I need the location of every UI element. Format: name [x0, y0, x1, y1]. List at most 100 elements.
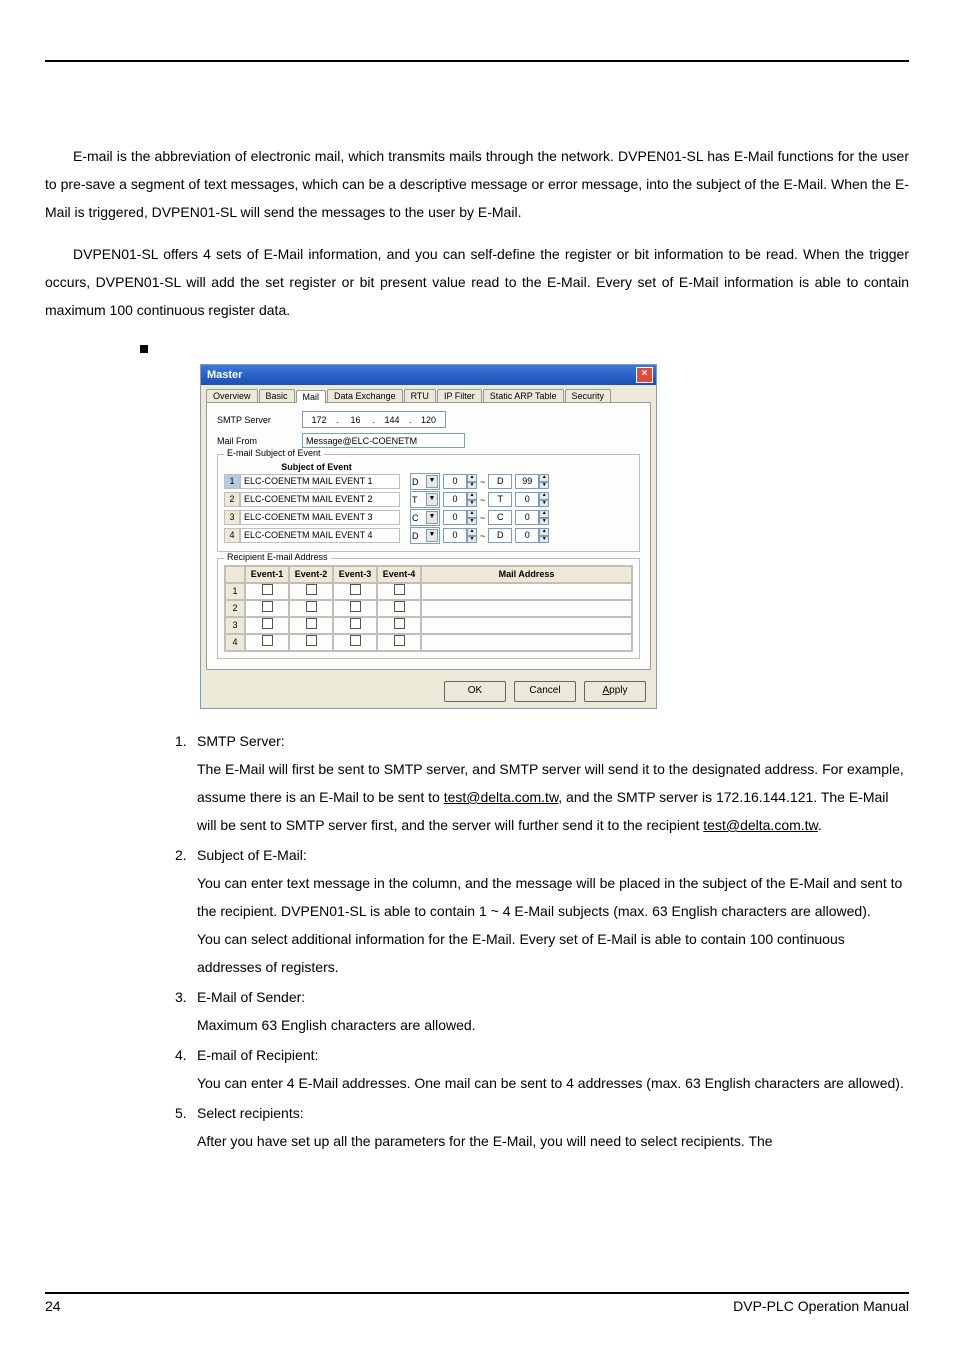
event-name[interactable]: ELC-COENETM MAIL EVENT 3: [240, 510, 400, 525]
page-footer: 24 DVP-PLC Operation Manual: [45, 1292, 909, 1314]
reg-end[interactable]: 0: [515, 510, 539, 525]
ip-seg-4[interactable]: [413, 412, 445, 427]
smtp-ip-input[interactable]: . . .: [302, 411, 446, 428]
rec-hdr-mail: Mail Address: [421, 566, 632, 583]
reg-type-a[interactable]: D▼: [410, 473, 440, 490]
bullet-item: [140, 340, 909, 356]
spin-a[interactable]: ▲▼: [467, 474, 477, 489]
close-button[interactable]: ×: [636, 367, 653, 383]
tilde: ~: [477, 531, 488, 541]
apply-label-rest: pply: [609, 685, 627, 696]
link-email-1[interactable]: test@delta.com.tw: [444, 789, 559, 805]
rec-chk-e1[interactable]: [245, 617, 289, 634]
spin-a[interactable]: ▲▼: [467, 528, 477, 543]
rec-hdr-e1: Event-1: [245, 566, 289, 583]
rec-chk-e1[interactable]: [245, 634, 289, 651]
rec-chk-e2[interactable]: [289, 634, 333, 651]
event-row: 3 ELC-COENETM MAIL EVENT 3 C▼ 0 ▲▼ ~ C 0…: [224, 509, 633, 526]
item-2-desc-1: You can enter text message in the column…: [197, 869, 909, 925]
recipient-row: 1: [225, 583, 632, 600]
reg-type-a[interactable]: T▼: [410, 491, 440, 508]
rec-chk-e4[interactable]: [377, 617, 421, 634]
reg-type-b[interactable]: D: [488, 474, 512, 489]
reg-end[interactable]: 0: [515, 528, 539, 543]
rec-chk-e1[interactable]: [245, 600, 289, 617]
rec-row-num: 1: [225, 583, 245, 600]
ip-seg-2[interactable]: [340, 412, 372, 427]
rec-chk-e3[interactable]: [333, 583, 377, 600]
rec-chk-e4[interactable]: [377, 634, 421, 651]
spin-b[interactable]: ▲▼: [539, 528, 549, 543]
rec-mail-cell[interactable]: [421, 583, 632, 600]
tilde: ~: [477, 477, 488, 487]
item-3-desc: Maximum 63 English characters are allowe…: [197, 1011, 909, 1039]
tab-ip-filter[interactable]: IP Filter: [437, 389, 482, 402]
dialog-title: Master: [207, 369, 242, 381]
cancel-button[interactable]: Cancel: [514, 681, 576, 702]
tab-overview[interactable]: Overview: [206, 389, 258, 402]
rec-chk-e2[interactable]: [289, 617, 333, 634]
recipient-row: 4: [225, 634, 632, 651]
subject-group: E-mail Subject of Event Subject of Event…: [217, 454, 640, 552]
spin-a[interactable]: ▲▼: [467, 510, 477, 525]
reg-start[interactable]: 0: [443, 510, 467, 525]
ip-seg-3[interactable]: [376, 412, 408, 427]
spin-b[interactable]: ▲▼: [539, 492, 549, 507]
event-num: 3: [224, 510, 240, 525]
item-4-title: E-mail of Recipient:: [197, 1041, 318, 1069]
reg-start[interactable]: 0: [443, 474, 467, 489]
event-row: 1 ELC-COENETM MAIL EVENT 1 D▼ 0 ▲▼ ~ D 9…: [224, 473, 633, 490]
rec-mail-cell[interactable]: [421, 617, 632, 634]
rec-chk-e2[interactable]: [289, 600, 333, 617]
tab-mail[interactable]: Mail: [296, 390, 327, 403]
rec-chk-e3[interactable]: [333, 634, 377, 651]
tab-security[interactable]: Security: [565, 389, 612, 402]
reg-type-b[interactable]: C: [488, 510, 512, 525]
event-num: 1: [224, 474, 240, 489]
tab-data-exchange[interactable]: Data Exchange: [327, 389, 403, 402]
spin-b[interactable]: ▲▼: [539, 510, 549, 525]
event-name[interactable]: ELC-COENETM MAIL EVENT 2: [240, 492, 400, 507]
event-row: 4 ELC-COENETM MAIL EVENT 4 D▼ 0 ▲▼ ~ D 0…: [224, 527, 633, 544]
rec-row-num: 4: [225, 634, 245, 651]
mail-from-input[interactable]: [302, 433, 465, 448]
reg-type-b[interactable]: D: [488, 528, 512, 543]
rec-mail-cell[interactable]: [421, 600, 632, 617]
page-number: 24: [45, 1298, 61, 1314]
item-1-desc: The E-Mail will first be sent to SMTP se…: [197, 755, 909, 839]
rec-chk-e3[interactable]: [333, 617, 377, 634]
smtp-server-label: SMTP Server: [217, 415, 302, 425]
tab-rtu[interactable]: RTU: [404, 389, 436, 402]
rec-chk-e1[interactable]: [245, 583, 289, 600]
reg-start[interactable]: 0: [443, 492, 467, 507]
reg-type-a[interactable]: C▼: [410, 509, 440, 526]
item-5-num: 5.: [175, 1099, 197, 1127]
mail-from-label: Mail From: [217, 436, 302, 446]
rec-chk-e2[interactable]: [289, 583, 333, 600]
reg-start[interactable]: 0: [443, 528, 467, 543]
spin-b[interactable]: ▲▼: [539, 474, 549, 489]
reg-end[interactable]: 99: [515, 474, 539, 489]
event-name[interactable]: ELC-COENETM MAIL EVENT 4: [240, 528, 400, 543]
reg-type-b[interactable]: T: [488, 492, 512, 507]
event-num: 4: [224, 528, 240, 543]
header-rule: [45, 60, 909, 62]
event-name[interactable]: ELC-COENETM MAIL EVENT 1: [240, 474, 400, 489]
spin-a[interactable]: ▲▼: [467, 492, 477, 507]
ip-seg-1[interactable]: [303, 412, 335, 427]
item-2-desc-2: You can select additional information fo…: [197, 925, 909, 981]
tilde: ~: [477, 495, 488, 505]
rec-chk-e4[interactable]: [377, 583, 421, 600]
ok-button[interactable]: OK: [444, 681, 506, 702]
rec-mail-cell[interactable]: [421, 634, 632, 651]
apply-button[interactable]: Apply: [584, 681, 646, 702]
tab-static-arp[interactable]: Static ARP Table: [483, 389, 564, 402]
rec-chk-e3[interactable]: [333, 600, 377, 617]
reg-end[interactable]: 0: [515, 492, 539, 507]
tab-basic[interactable]: Basic: [259, 389, 295, 402]
item-4-desc: You can enter 4 E-Mail addresses. One ma…: [197, 1069, 909, 1097]
reg-type-a[interactable]: D▼: [410, 527, 440, 544]
link-email-2[interactable]: test@delta.com.tw: [703, 817, 818, 833]
rec-chk-e4[interactable]: [377, 600, 421, 617]
rec-row-num: 3: [225, 617, 245, 634]
